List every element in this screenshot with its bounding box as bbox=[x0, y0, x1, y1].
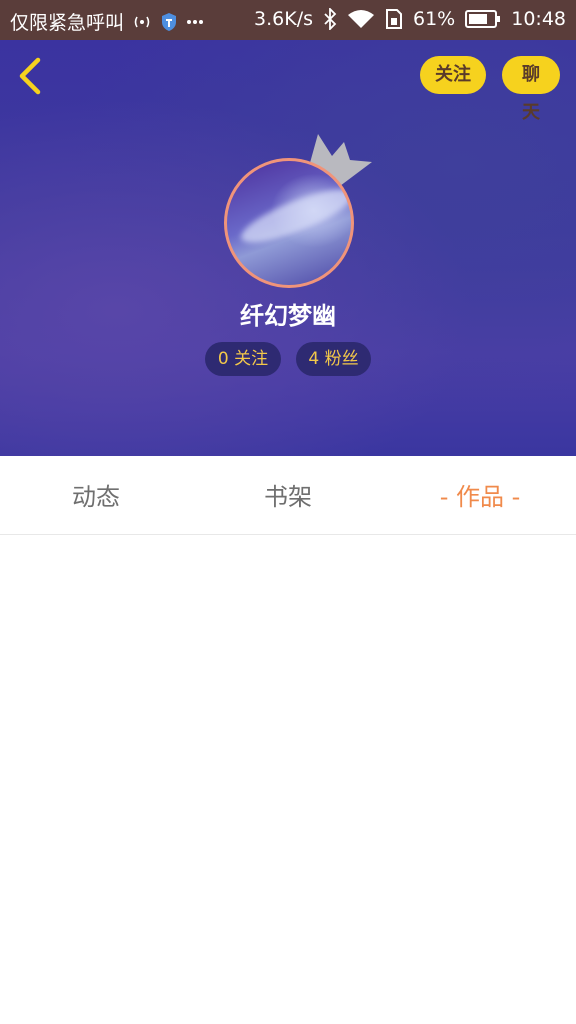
bluetooth-icon bbox=[323, 8, 337, 30]
profile-header: 关注 聊天 纤幻梦幽 0 关注 4 粉丝 bbox=[0, 40, 576, 456]
following-count[interactable]: 0 关注 bbox=[205, 342, 281, 376]
tab-works-label: 作品 bbox=[456, 483, 504, 511]
active-dash-left: - bbox=[439, 483, 449, 511]
username: 纤幻梦幽 bbox=[240, 302, 336, 330]
chat-button[interactable]: 聊天 bbox=[502, 56, 560, 123]
tab-dynamics[interactable]: 动态 bbox=[0, 456, 192, 534]
fans-count[interactable]: 4 粉丝 bbox=[296, 342, 371, 376]
more-icon bbox=[186, 19, 204, 25]
wifi-icon bbox=[347, 9, 375, 29]
status-bar: 仅限紧急呼叫 3.6K/s 61% 10:48 bbox=[0, 0, 576, 40]
tab-bookshelf[interactable]: 书架 bbox=[192, 456, 384, 534]
avatar[interactable] bbox=[224, 158, 354, 288]
avatar-image bbox=[235, 179, 351, 253]
tab-works[interactable]: - 作品 - bbox=[384, 456, 576, 534]
clock: 10:48 bbox=[511, 8, 566, 30]
carrier-text: 仅限紧急呼叫 bbox=[10, 12, 125, 34]
shield-icon bbox=[160, 12, 178, 32]
tab-bookshelf-label: 书架 bbox=[264, 483, 312, 511]
tab-dynamics-label: 动态 bbox=[72, 483, 120, 511]
follow-button[interactable]: 关注 bbox=[420, 56, 486, 94]
sim-icon bbox=[385, 8, 403, 30]
battery-icon bbox=[465, 9, 501, 29]
tab-bar: 动态 书架 - 作品 - bbox=[0, 456, 576, 535]
chevron-left-icon bbox=[19, 57, 41, 95]
battery-percent: 61% bbox=[413, 8, 456, 30]
signal-icon bbox=[132, 13, 152, 31]
works-content-area bbox=[0, 535, 576, 1024]
net-speed: 3.6K/s bbox=[254, 8, 313, 30]
back-button[interactable] bbox=[14, 56, 50, 96]
active-dash-right: - bbox=[511, 483, 521, 511]
